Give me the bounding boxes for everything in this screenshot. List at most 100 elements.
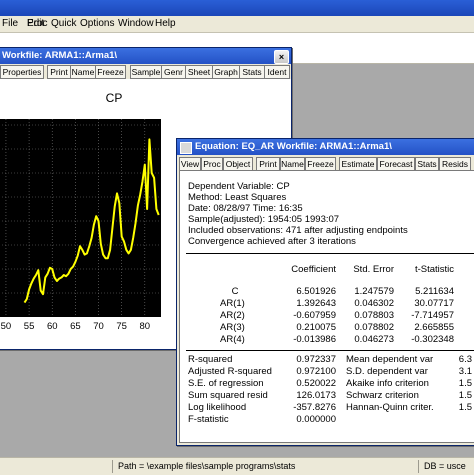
app-title-bar	[0, 0, 474, 16]
x-tick-label: 75	[116, 321, 127, 332]
x-tick-label: 55	[24, 321, 35, 332]
row-se-ar2: 0.078803	[354, 310, 394, 321]
sample-line: Sample(adjusted): 1954:05 1993:07	[188, 214, 340, 225]
row-coef-c: 6.501926	[296, 286, 336, 297]
row-t-c: 5.211634	[415, 286, 454, 297]
stat-label-hannan-quinn: Hannan-Quinn criter.	[346, 402, 434, 413]
stat-label-akaike: Akaike info criterion	[346, 378, 429, 389]
row-var-ar4: AR(4)	[220, 334, 245, 345]
stat-value-se-regression: 0.520022	[296, 378, 336, 389]
print-button[interactable]: Print	[47, 65, 71, 79]
row-coef-ar1: 1.392643	[296, 298, 336, 309]
stat-label-se-regression: S.E. of regression	[188, 378, 264, 389]
column-header-coefficient: Coefficient	[291, 264, 336, 275]
stat-value-f-statistic: 0.000000	[296, 414, 336, 425]
freeze-button[interactable]: Freeze	[95, 65, 126, 79]
method-line: Method: Least Squares	[188, 192, 287, 203]
row-se-ar4: 0.046273	[354, 334, 394, 345]
print-button[interactable]: Print	[256, 157, 280, 171]
equation-window-title: Equation: EQ_AR Workfile: ARMA1::Arma1\	[195, 141, 392, 152]
estimation-output: Dependent Variable: CP Method: Least Squ…	[179, 170, 474, 443]
row-var-ar2: AR(2)	[220, 310, 245, 321]
equation-window: Equation: EQ_AR Workfile: ARMA1::Arma1\ …	[176, 138, 474, 446]
row-t-ar2: -7.714957	[411, 310, 454, 321]
row-coef-ar3: 0.210075	[296, 322, 336, 333]
stat-value-ssr: 126.0173	[296, 390, 336, 401]
table-rule-mid	[186, 350, 474, 351]
row-t-ar3: 2.665855	[414, 322, 454, 333]
row-se-ar3: 0.078802	[354, 322, 394, 333]
menu-window[interactable]: Window	[118, 18, 154, 29]
menu-options[interactable]: Options	[80, 18, 114, 29]
row-coef-ar4: -0.013986	[293, 334, 336, 345]
stat-value-hannan-quinn: 1.5	[458, 402, 472, 413]
stat-value-sd-dep: 3.1	[458, 366, 472, 377]
row-se-c: 1.247579	[354, 286, 394, 297]
observations-line: Included observations: 471 after adjusti…	[188, 225, 408, 236]
row-t-ar4: -0.302348	[411, 334, 454, 345]
row-var-ar3: AR(3)	[220, 322, 245, 333]
row-se-ar1: 0.046302	[354, 298, 394, 309]
resids-button[interactable]: Resids	[439, 157, 471, 171]
stats-button[interactable]: Stats	[239, 65, 265, 79]
object-button[interactable]: Object	[223, 157, 253, 171]
sample-button[interactable]: Sample	[130, 65, 162, 79]
graph-window-title-bar[interactable]: Workfile: ARMA1::Arma1\ ×	[0, 48, 291, 64]
x-tick-label: 50	[1, 321, 12, 332]
window-icon	[180, 142, 192, 154]
stat-value-mean-dep: 6.3	[458, 354, 472, 365]
stat-label-log-likelihood: Log likelihood	[188, 402, 247, 413]
stat-value-r-squared: 0.972337	[296, 354, 336, 365]
column-header-t-statistic: t-Statistic	[414, 264, 454, 275]
x-tick-label: 80	[140, 321, 151, 332]
stat-label-sd-dep: S.D. dependent var	[346, 366, 428, 377]
x-tick-label: 60	[47, 321, 58, 332]
date-line: Date: 08/28/97 Time: 16:35	[188, 203, 303, 214]
status-separator	[112, 460, 113, 473]
close-icon[interactable]: ×	[274, 50, 289, 64]
stat-value-akaike: 1.5	[458, 378, 472, 389]
menu-proc[interactable]: Proc	[27, 18, 48, 29]
stat-value-adj-r-squared: 0.972100	[296, 366, 336, 377]
stat-label-ssr: Sum squared resid	[188, 390, 268, 401]
graph-toolbar: Properties Print Name Freeze Sample Genr…	[0, 64, 290, 79]
graph-button[interactable]: Graph	[212, 65, 240, 79]
stats-button[interactable]: Stats	[415, 157, 439, 171]
menu-help[interactable]: Help	[155, 18, 176, 29]
menu-file[interactable]: File	[2, 18, 18, 29]
x-tick-label: 65	[70, 321, 81, 332]
proc-button[interactable]: Proc	[201, 157, 223, 171]
stat-value-log-likelihood: -357.8276	[293, 402, 336, 413]
freeze-button[interactable]: Freeze	[305, 157, 336, 171]
chart-title: CP	[106, 91, 123, 105]
row-var-c: C	[231, 286, 239, 297]
row-coef-ar2: -0.607959	[293, 310, 336, 321]
equation-toolbar: View Proc Object Print Name Freeze Estim…	[177, 156, 474, 171]
x-tick-label: 70	[93, 321, 104, 332]
genr-button[interactable]: Genr	[161, 65, 186, 79]
sheet-button[interactable]: Sheet	[185, 65, 213, 79]
ident-button[interactable]: Ident	[264, 65, 290, 79]
stat-value-schwarz: 1.5	[458, 390, 472, 401]
properties-button[interactable]: Properties	[0, 65, 44, 79]
menu-quick[interactable]: Quick	[51, 18, 77, 29]
convergence-line: Convergence achieved after 3 iterations	[188, 236, 356, 247]
stat-label-mean-dep: Mean dependent var	[346, 354, 434, 365]
graph-window-title: Workfile: ARMA1::Arma1\	[2, 50, 118, 61]
estimate-button[interactable]: Estimate	[339, 157, 377, 171]
view-button[interactable]: View	[179, 157, 201, 171]
stat-label-f-statistic: F-statistic	[188, 414, 229, 425]
stat-label-r-squared: R-squared	[188, 354, 233, 365]
name-button[interactable]: Name	[280, 157, 305, 171]
stat-label-adj-r-squared: Adjusted R-squared	[188, 366, 272, 377]
column-header-std-error: Std. Error	[353, 264, 394, 275]
row-var-ar1: AR(1)	[220, 298, 245, 309]
name-button[interactable]: Name	[70, 65, 96, 79]
menu-bar: File Edit Proc Quick Options Window Help	[0, 16, 474, 33]
row-t-ar1: 30.07717	[414, 298, 454, 309]
status-path: Path = \example files\sample programs\st…	[118, 461, 296, 471]
forecast-button[interactable]: Forecast	[377, 157, 415, 171]
table-rule-top	[186, 253, 474, 254]
equation-window-title-bar[interactable]: Equation: EQ_AR Workfile: ARMA1::Arma1\	[177, 139, 474, 155]
dependent-variable-line: Dependent Variable: CP	[188, 181, 290, 192]
